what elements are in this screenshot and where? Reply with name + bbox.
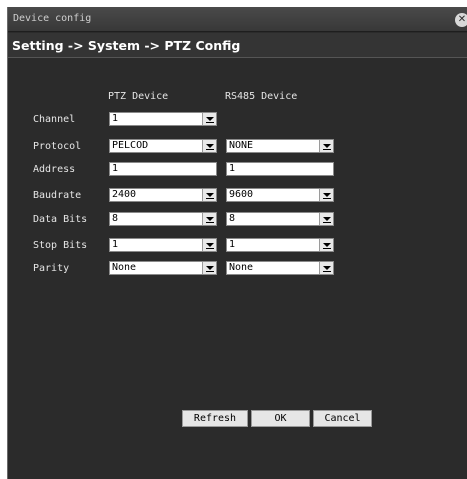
- ptz-stop-bits-value: 1: [112, 239, 119, 250]
- rs485-data-bits-value: 8: [229, 213, 236, 224]
- chevron-down-icon[interactable]: [319, 262, 333, 274]
- ptz-baudrate-value: 2400: [112, 189, 137, 200]
- window-title: Device config: [13, 13, 92, 24]
- chevron-down-icon[interactable]: [202, 213, 216, 225]
- ptz-protocol-value: PELCOD: [112, 140, 149, 151]
- ptz-parity-select[interactable]: None: [109, 261, 217, 275]
- ptz-baudrate-select[interactable]: 2400: [109, 188, 217, 202]
- rs485-parity-select[interactable]: None: [226, 261, 334, 275]
- breadcrumb-bar: Setting -> System -> PTZ Config: [8, 33, 467, 58]
- channel-label: Channel: [33, 114, 76, 125]
- rs485-baudrate-select[interactable]: 9600: [226, 188, 334, 202]
- title-bar[interactable]: Device config ✕: [8, 7, 467, 32]
- parity-label: Parity: [33, 263, 70, 274]
- ptz-parity-value: None: [112, 262, 137, 273]
- chevron-down-icon[interactable]: [319, 189, 333, 201]
- device-config-window: Device config ✕ Setting -> System -> PTZ…: [7, 7, 467, 479]
- breadcrumb: Setting -> System -> PTZ Config: [12, 38, 241, 53]
- rs485-address-input[interactable]: 1: [226, 162, 334, 176]
- ptz-stop-bits-select[interactable]: 1: [109, 238, 217, 252]
- rs485-parity-value: None: [229, 262, 254, 273]
- refresh-button[interactable]: Refresh: [182, 410, 248, 427]
- rs485-address-value: 1: [229, 163, 236, 174]
- chevron-down-icon[interactable]: [202, 140, 216, 152]
- ok-button[interactable]: OK: [251, 410, 310, 427]
- ptz-config-form: PTZ Device RS485 Device Channel 1 Protoc…: [8, 59, 467, 479]
- stop-bits-label: Stop Bits: [33, 240, 88, 251]
- rs485-data-bits-select[interactable]: 8: [226, 212, 334, 226]
- address-label: Address: [33, 164, 76, 175]
- ptz-data-bits-value: 8: [112, 213, 119, 224]
- ptz-data-bits-select[interactable]: 8: [109, 212, 217, 226]
- chevron-down-icon[interactable]: [319, 239, 333, 251]
- ptz-protocol-select[interactable]: PELCOD: [109, 139, 217, 153]
- protocol-label: Protocol: [33, 141, 82, 152]
- ptz-address-input[interactable]: 1: [109, 162, 217, 176]
- chevron-down-icon[interactable]: [202, 189, 216, 201]
- chevron-down-icon[interactable]: [202, 113, 216, 125]
- cancel-button[interactable]: Cancel: [313, 410, 372, 427]
- rs485-stop-bits-value: 1: [229, 239, 236, 250]
- chevron-down-icon[interactable]: [319, 140, 333, 152]
- chevron-down-icon[interactable]: [202, 239, 216, 251]
- baudrate-label: Baudrate: [33, 190, 82, 201]
- rs485-stop-bits-select[interactable]: 1: [226, 238, 334, 252]
- chevron-down-icon[interactable]: [202, 262, 216, 274]
- rs485-protocol-value: NONE: [229, 140, 254, 151]
- ptz-address-value: 1: [112, 163, 119, 174]
- close-icon[interactable]: ✕: [455, 13, 467, 27]
- ptz-device-header: PTZ Device: [108, 91, 169, 102]
- data-bits-label: Data Bits: [33, 214, 88, 225]
- ptz-channel-value: 1: [112, 113, 119, 124]
- rs485-device-header: RS485 Device: [225, 91, 298, 102]
- chevron-down-icon[interactable]: [319, 213, 333, 225]
- rs485-baudrate-value: 9600: [229, 189, 254, 200]
- ptz-channel-select[interactable]: 1: [109, 112, 217, 126]
- rs485-protocol-select[interactable]: NONE: [226, 139, 334, 153]
